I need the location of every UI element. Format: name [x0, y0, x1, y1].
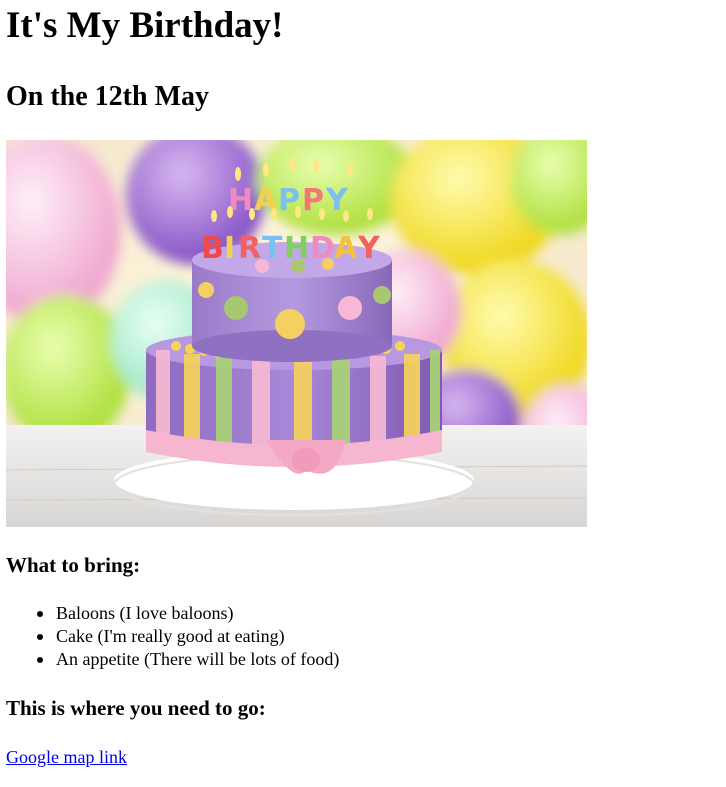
- page-body: It's My Birthday! On the 12th May H A P …: [0, 0, 726, 768]
- svg-text:A: A: [334, 231, 358, 266]
- birthday-cake-image: H A P P Y B I R T H D A Y: [6, 140, 587, 527]
- list-item-label: Baloons (I love baloons): [56, 603, 234, 623]
- list-item-label: An appetite (There will be lots of food): [56, 649, 340, 669]
- list-item: Cake (I'm really good at eating): [37, 625, 726, 648]
- svg-text:R: R: [238, 231, 261, 266]
- svg-text:I: I: [224, 231, 235, 266]
- list-item: Baloons (I love baloons): [37, 602, 726, 625]
- bring-heading: What to bring:: [6, 553, 141, 577]
- list-item-label: Cake (I'm really good at eating): [56, 626, 285, 646]
- page-subtitle: On the 12th May: [6, 81, 209, 112]
- svg-text:B: B: [201, 231, 224, 266]
- bullet-icon: [37, 657, 43, 663]
- list-item: An appetite (There will be lots of food): [37, 648, 726, 671]
- go-heading: This is where you need to go:: [6, 696, 266, 720]
- google-map-link[interactable]: Google map link: [6, 746, 127, 768]
- svg-text:D: D: [310, 231, 335, 266]
- svg-text:Y: Y: [357, 231, 381, 266]
- svg-text:T: T: [262, 231, 283, 266]
- bring-list: Baloons (I love baloons) Cake (I'm reall…: [6, 602, 726, 671]
- bullet-icon: [37, 634, 43, 640]
- page-title: It's My Birthday!: [6, 5, 284, 46]
- bullet-icon: [37, 611, 43, 617]
- svg-text:H: H: [284, 231, 309, 266]
